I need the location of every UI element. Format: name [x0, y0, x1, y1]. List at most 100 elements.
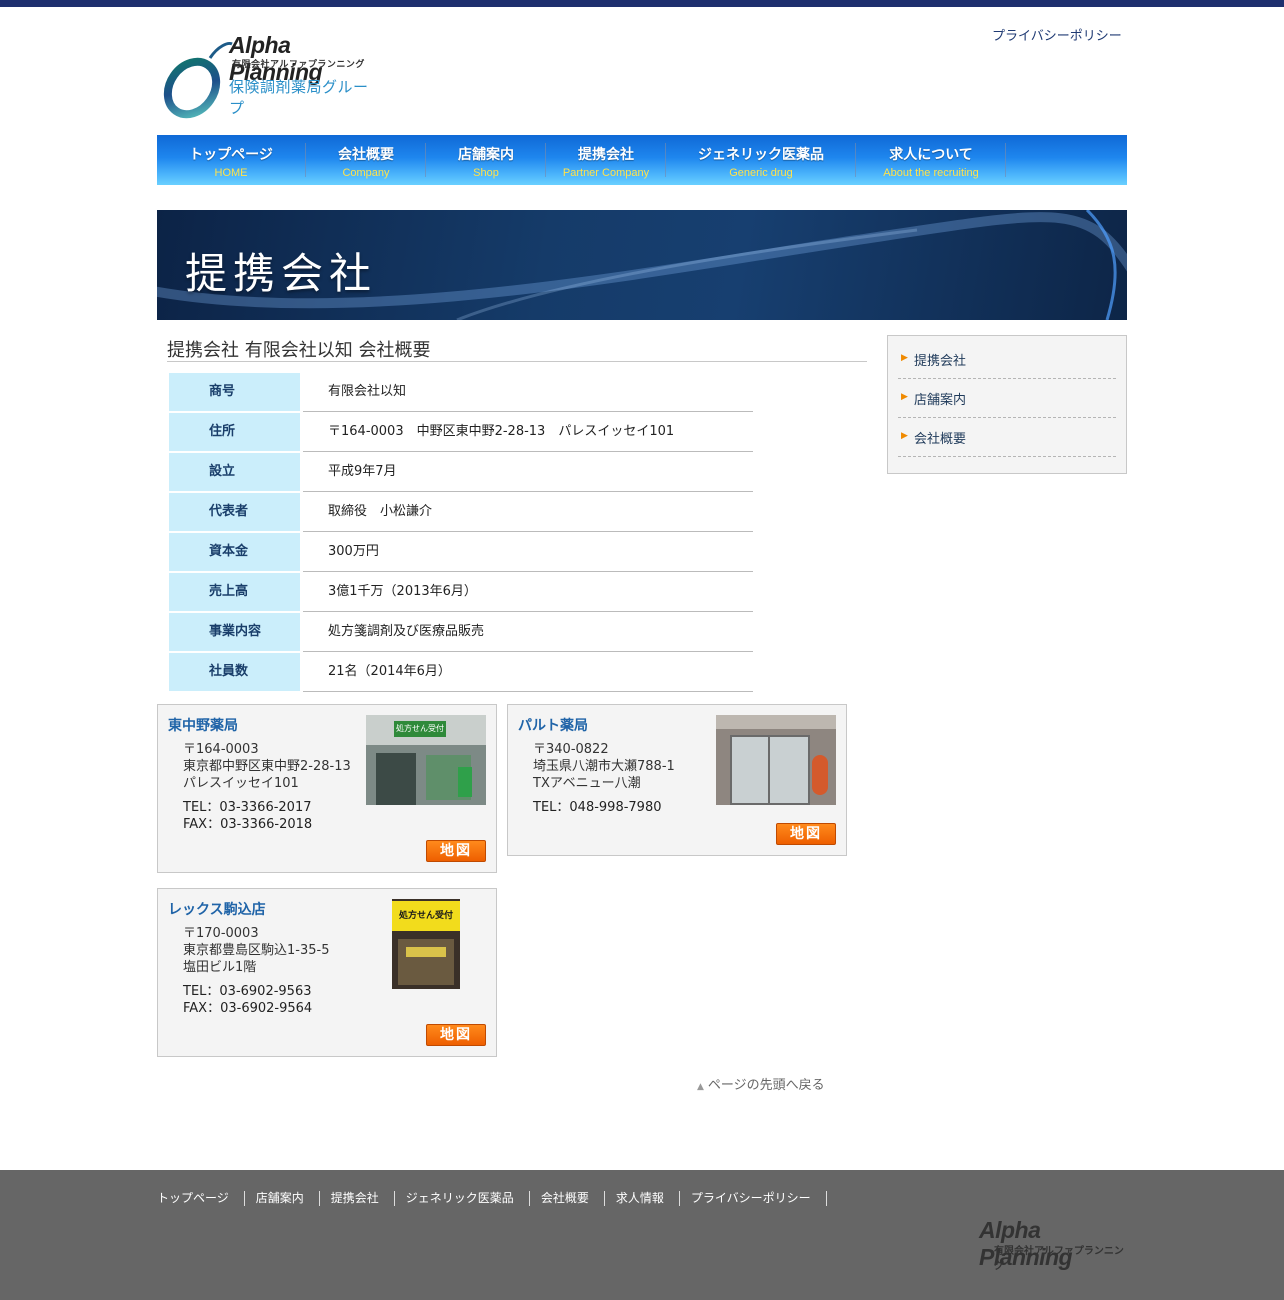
- nav-label-jp: 店舗案内: [458, 147, 514, 163]
- table-header-cell: 資本金: [169, 533, 300, 571]
- shop-address-line2: 塩田ビル1階: [183, 960, 257, 975]
- nav-label-jp: 提携会社: [578, 147, 634, 163]
- footer-divider: [678, 1191, 680, 1206]
- table-value-cell: 21名（2014年6月）: [303, 653, 753, 692]
- nav-label-en: Shop: [473, 167, 499, 179]
- table-row: 社員数 21名（2014年6月）: [169, 653, 753, 693]
- footer-divider: [318, 1191, 320, 1206]
- table-header-cell: 設立: [169, 453, 300, 491]
- nav-company[interactable]: 会社概要 Company: [307, 135, 425, 185]
- arrow-right-icon: ▶: [901, 431, 908, 441]
- shop-postal: 〒170-0003: [183, 926, 259, 941]
- nav-divider: [855, 143, 856, 177]
- sidebar-item-label: 会社概要: [914, 432, 967, 447]
- shop-address-line2: TXアベニュー八潮: [533, 776, 641, 791]
- table-value-cell: 300万円: [303, 533, 753, 572]
- nav-shop[interactable]: 店舗案内 Shop: [427, 135, 545, 185]
- table-value-cell: 有限会社以知: [303, 373, 753, 412]
- table-value-cell: 取締役 小松謙介: [303, 493, 753, 532]
- shop-name[interactable]: パルト薬局: [518, 715, 588, 735]
- footer-divider: [825, 1191, 827, 1206]
- footer-logo[interactable]: Alpha Planning 有限会社アルファプランニング: [979, 1217, 1129, 1272]
- table-row: 売上高 3億1千万（2013年6月）: [169, 573, 753, 613]
- shop-address-line1: 東京都中野区東中野2-28-13: [183, 759, 351, 774]
- banner-title: 提携会社: [185, 249, 378, 298]
- table-header-cell: 商号: [169, 373, 300, 411]
- table-header-cell: 代表者: [169, 493, 300, 531]
- shop-card-rex-komagome: レックス駒込店 〒170-0003 東京都豊島区駒込1-35-5 塩田ビル1階 …: [157, 888, 497, 1057]
- sidebar-item-label: 提携会社: [914, 354, 967, 369]
- footer-divider: [603, 1191, 605, 1206]
- sidebar-item-shop[interactable]: ▶ 店舗案内: [898, 379, 1116, 418]
- nav-home[interactable]: トップページ HOME: [157, 135, 305, 185]
- shop-address: 〒340-0822 埼玉県八潮市大瀬788-1 TXアベニュー八潮: [533, 741, 675, 792]
- shop-name[interactable]: レックス駒込店: [168, 899, 266, 919]
- sidebar-item-company[interactable]: ▶ 会社概要: [898, 418, 1116, 457]
- footer-link-privacy[interactable]: プライバシーポリシー: [691, 1191, 811, 1205]
- map-button[interactable]: 地図: [426, 840, 486, 862]
- nav-label-jp: トップページ: [189, 147, 273, 163]
- footer-link-recruit[interactable]: 求人情報: [616, 1191, 664, 1205]
- footer-divider: [393, 1191, 395, 1206]
- nav-divider: [305, 143, 306, 177]
- shop-tel: TEL：03-3366-2017 FAX：03-3366-2018: [183, 800, 325, 832]
- nav-label-en: HOME: [214, 167, 248, 179]
- sidebar-item-label: 店舗案内: [914, 393, 967, 408]
- shop-card-higashinakano: 東中野薬局 〒164-0003 東京都中野区東中野2-28-13 パレスイッセイ…: [157, 704, 497, 873]
- footer-divider: [243, 1191, 245, 1206]
- footer-link-company[interactable]: 会社概要: [541, 1191, 589, 1205]
- shop-card-paruto: パルト薬局 〒340-0822 埼玉県八潮市大瀬788-1 TXアベニュー八潮 …: [507, 704, 847, 856]
- nav-divider: [1005, 143, 1006, 177]
- footer-links: トップページ 店舗案内 提携会社 ジェネリック医薬品 会社概要 求人情報 プライバシーポリシ…: [157, 1189, 838, 1206]
- table-row: 住所 〒164-0003 中野区東中野2-28-13 パレスイッセイ101: [169, 413, 753, 453]
- privacy-policy-link[interactable]: プライバシーポリシー: [992, 25, 1122, 44]
- shop-address: 〒170-0003 東京都豊島区駒込1-35-5 塩田ビル1階: [183, 925, 329, 976]
- table-row: 資本金 300万円: [169, 533, 753, 573]
- shop-postal: 〒164-0003: [183, 742, 259, 757]
- shop-name[interactable]: 東中野薬局: [168, 715, 238, 735]
- logo-subtitle: 有限会社アルファプランニング: [232, 60, 365, 70]
- shop-photo-sign: 処方せん受付: [394, 721, 446, 737]
- sidebar-item-partner-company[interactable]: ▶ 提携会社: [898, 340, 1116, 379]
- table-header-cell: 事業内容: [169, 613, 300, 651]
- shop-address-line1: 埼玉県八潮市大瀬788-1: [533, 759, 675, 774]
- shop-tel: TEL：048-998-7980: [533, 800, 662, 815]
- nav-label-en: Generic drug: [729, 167, 793, 179]
- nav-divider: [665, 143, 666, 177]
- site-logo[interactable]: Alpha Planning 有限会社アルファプランニング 保険調剤薬局グループ: [162, 30, 377, 122]
- footer-link-shop[interactable]: 店舗案内: [256, 1191, 304, 1205]
- footer-link-partner[interactable]: 提携会社: [331, 1191, 379, 1205]
- footer-link-generic[interactable]: ジェネリック医薬品: [406, 1191, 514, 1205]
- top-accent-bar: [0, 0, 1284, 7]
- table-row: 設立 平成9年7月: [169, 453, 753, 493]
- footer-divider: [528, 1191, 530, 1206]
- table-row: 商号 有限会社以知: [169, 373, 753, 413]
- page-top-link[interactable]: ▲ ページの先頭へ戻る: [697, 1074, 825, 1093]
- table-header-cell: 住所: [169, 413, 300, 451]
- nav-label-jp: 求人について: [889, 147, 973, 163]
- shop-address-line1: 東京都豊島区駒込1-35-5: [183, 943, 330, 958]
- global-nav: トップページ HOME 会社概要 Company 店舗案内 Shop 提携会社 …: [157, 135, 1127, 185]
- nav-partner-company[interactable]: 提携会社 Partner Company: [547, 135, 665, 185]
- nav-label-en: Company: [342, 167, 390, 179]
- page-top-label: ページの先頭へ戻る: [707, 1078, 825, 1093]
- table-value-cell: 〒164-0003 中野区東中野2-28-13 パレスイッセイ101: [303, 413, 753, 452]
- footer-link-top[interactable]: トップページ: [157, 1191, 229, 1205]
- nav-divider: [425, 143, 426, 177]
- nav-recruiting[interactable]: 求人について About the recruiting: [857, 135, 1005, 185]
- shop-tel: TEL：03-6902-9563 FAX：03-6902-9564: [183, 984, 325, 1016]
- map-button[interactable]: 地図: [426, 1024, 486, 1046]
- arrow-right-icon: ▶: [901, 353, 908, 363]
- shop-photo-sign: 処方せん受付: [392, 901, 460, 931]
- arrow-right-icon: ▶: [901, 392, 908, 402]
- nav-label-en: Partner Company: [562, 167, 650, 179]
- map-button[interactable]: 地図: [776, 823, 836, 845]
- shop-photo: 処方せん受付: [366, 715, 486, 805]
- logo-group-text: 保険調剤薬局グループ: [229, 78, 369, 117]
- triangle-up-icon: ▲: [697, 1082, 704, 1092]
- footer-logo-subtitle: 有限会社アルファプランニング: [994, 1246, 1124, 1272]
- page-banner: 提携会社: [157, 210, 1127, 320]
- nav-generic-drug[interactable]: ジェネリック医薬品 Generic drug: [667, 135, 855, 185]
- nav-label-jp: 会社概要: [338, 147, 394, 163]
- shop-address: 〒164-0003 東京都中野区東中野2-28-13 パレスイッセイ101: [183, 741, 351, 792]
